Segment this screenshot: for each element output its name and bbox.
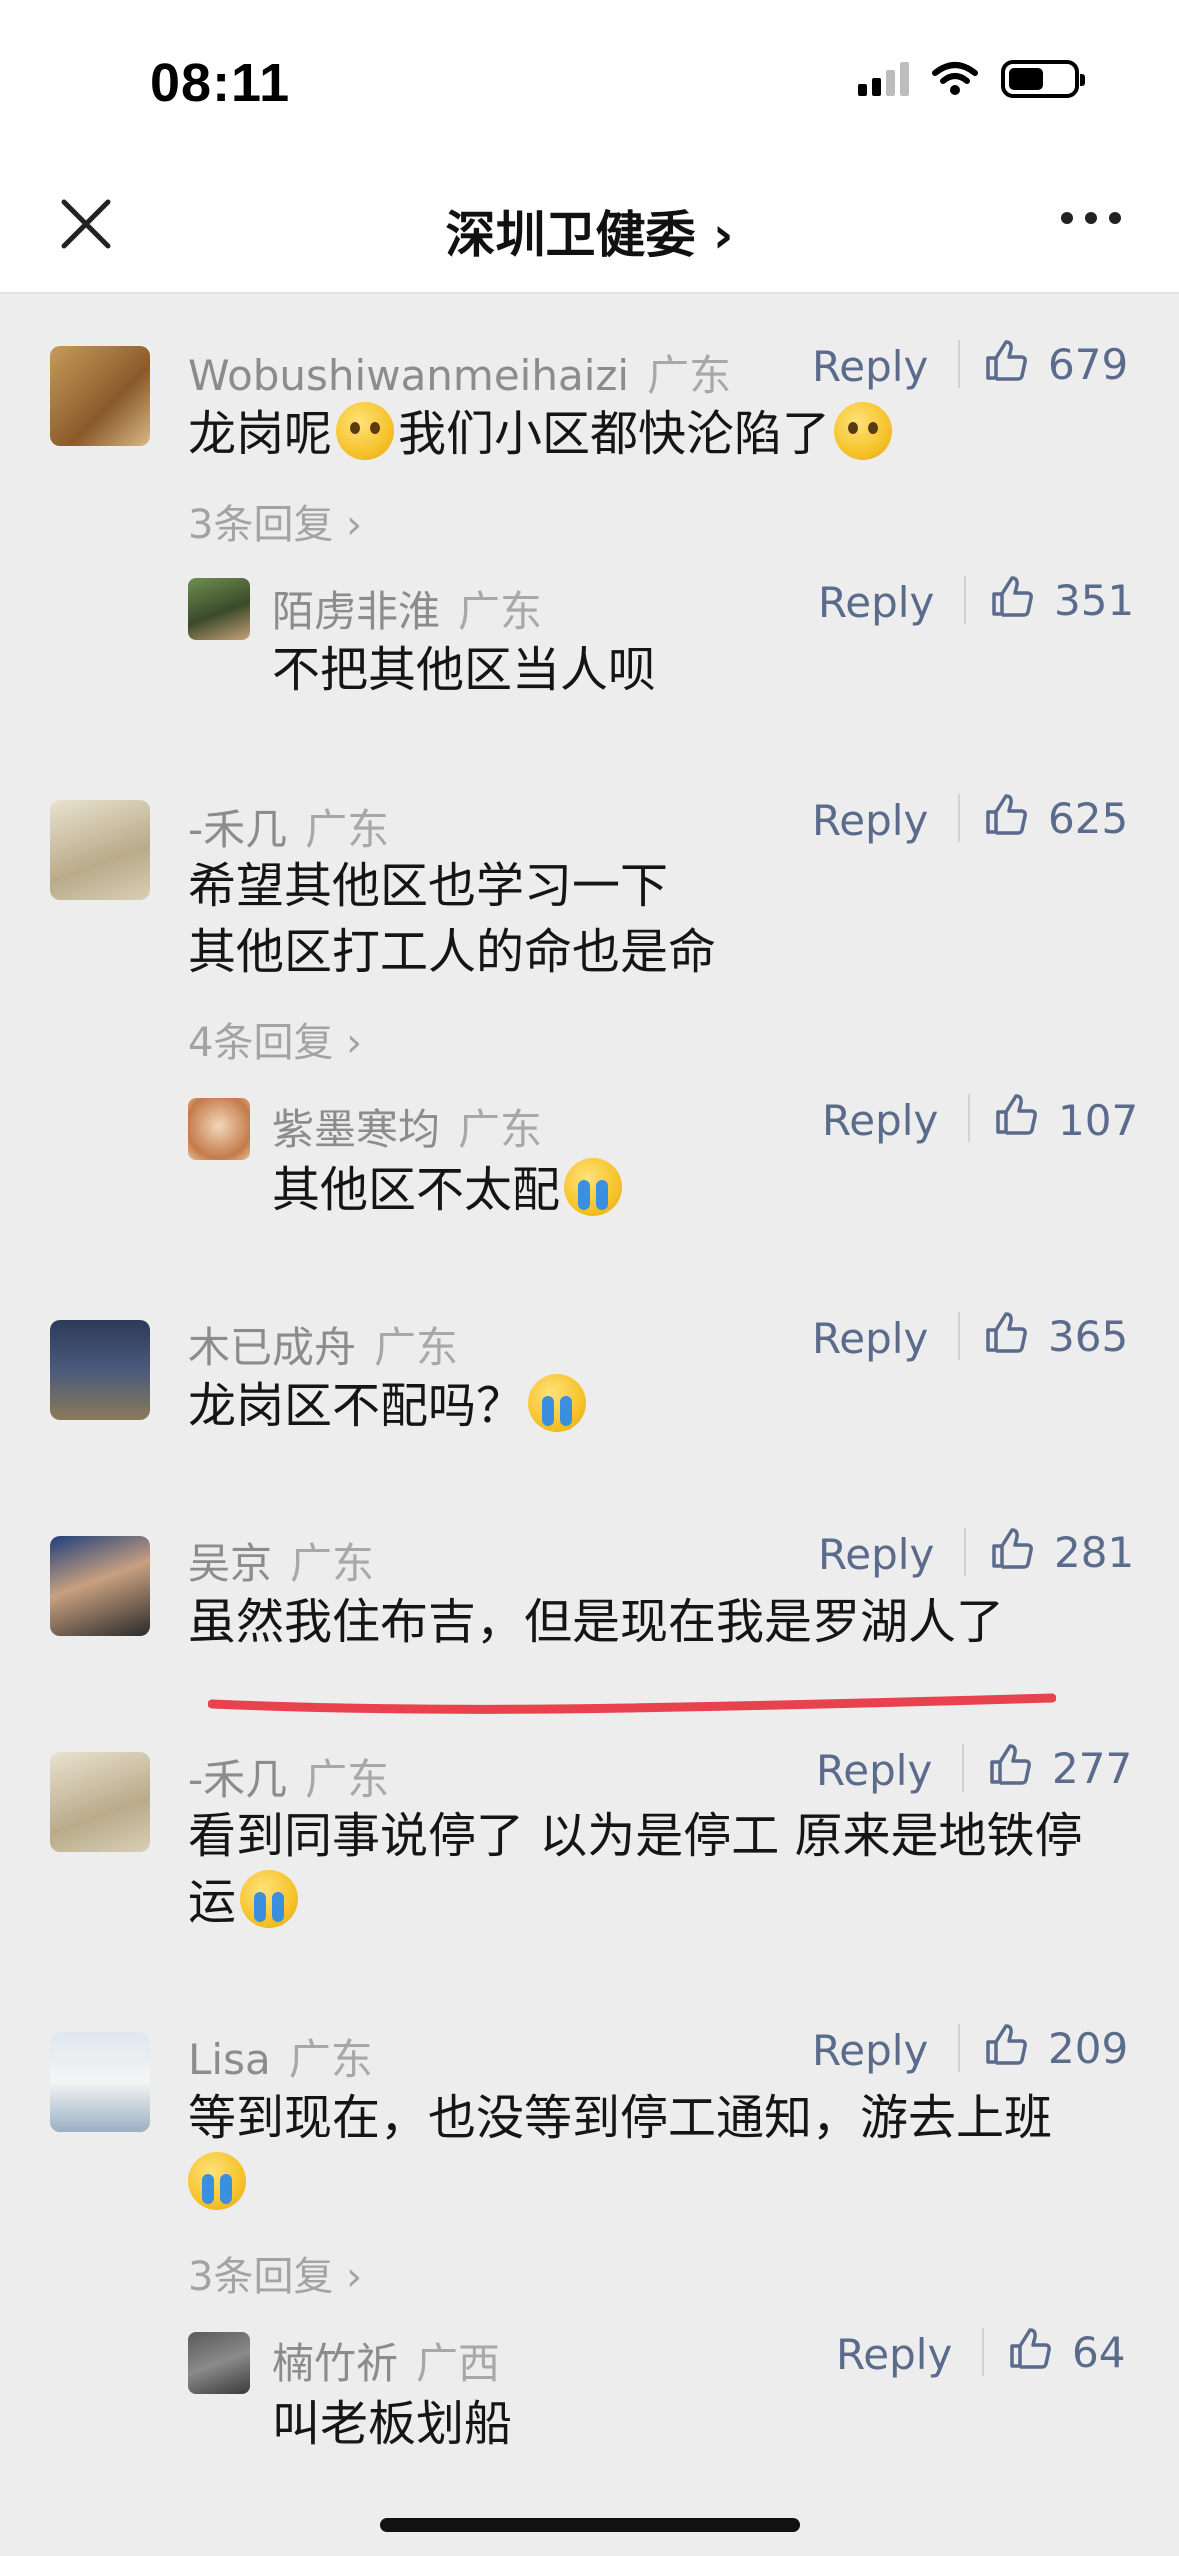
comment-author[interactable]: Wobushiwanmeihaizi 广东 — [188, 342, 731, 403]
comment-text: 等到现在，也没等到停工通知，游去上班 — [188, 2090, 1053, 2146]
comment-text: 其他区不太配 — [272, 1156, 626, 1224]
more-icon[interactable] — [1061, 212, 1121, 224]
thumbs-up-icon[interactable] — [982, 1308, 1030, 1356]
comment-text: 其他区打工人的命也是命 — [188, 924, 717, 980]
more-replies-link[interactable]: 3条回复 › — [188, 2244, 362, 2302]
status-icons — [858, 60, 1085, 98]
like-count: 107 — [1058, 1096, 1139, 1145]
like-count: 277 — [1052, 1744, 1133, 1793]
divider — [964, 1528, 966, 1576]
avatar[interactable] — [50, 1320, 150, 1420]
comment-text: 希望其他区也学习一下 — [188, 858, 669, 914]
battery-icon — [1001, 60, 1085, 98]
divider — [958, 794, 960, 842]
comment-author[interactable]: 吴京 广东 — [188, 1530, 374, 1591]
comment-text: 龙岗呢 我们小区都快沦陷了 — [188, 400, 896, 468]
divider — [958, 2024, 960, 2072]
emoji-icon — [834, 402, 893, 460]
avatar[interactable] — [188, 1098, 250, 1160]
thumbs-up-icon[interactable] — [1006, 2324, 1054, 2372]
reply-button[interactable]: Reply — [812, 1314, 928, 1363]
wifi-icon — [932, 62, 978, 95]
more-replies-link[interactable]: 3条回复 › — [188, 492, 362, 550]
avatar[interactable] — [188, 578, 250, 640]
like-count: 64 — [1072, 2328, 1126, 2377]
cellular-signal-icon — [858, 62, 909, 96]
divider — [982, 2328, 984, 2376]
avatar[interactable] — [50, 1752, 150, 1852]
avatar[interactable] — [188, 2332, 250, 2394]
reply-button[interactable]: Reply — [822, 1096, 938, 1145]
comment-text: 运 — [188, 1868, 302, 1936]
reply-button[interactable]: Reply — [812, 2026, 928, 2075]
like-count: 209 — [1048, 2024, 1129, 2073]
thumbs-up-icon[interactable] — [982, 2020, 1030, 2068]
comment-author[interactable]: -禾几 广东 — [188, 1746, 389, 1807]
page-title[interactable]: 深圳卫健委 › — [0, 195, 1179, 267]
reply-button[interactable]: Reply — [818, 1530, 934, 1579]
avatar[interactable] — [50, 800, 150, 900]
divider — [958, 1312, 960, 1360]
status-time: 08:11 — [150, 53, 291, 113]
red-underline-annotation — [208, 1693, 1056, 1714]
comment-text: 不把其他区当人呗 — [272, 642, 657, 698]
thumbs-up-icon[interactable] — [992, 1090, 1040, 1138]
thumbs-up-icon[interactable] — [988, 1524, 1036, 1572]
comment-author[interactable]: 楠竹祈 广西 — [272, 2330, 500, 2391]
divider — [968, 1094, 970, 1142]
comment-author[interactable]: 木已成舟 广东 — [188, 1314, 458, 1375]
like-count: 679 — [1048, 340, 1129, 389]
reply-button[interactable]: Reply — [812, 342, 928, 391]
like-count: 365 — [1048, 1312, 1129, 1361]
comment-author[interactable]: -禾几 广东 — [188, 796, 389, 857]
thumbs-up-icon[interactable] — [982, 790, 1030, 838]
comment-author[interactable]: Lisa 广东 — [188, 2026, 373, 2087]
crying-emoji-icon — [240, 1870, 299, 1928]
like-count: 281 — [1054, 1528, 1135, 1577]
bottom-fade — [0, 2440, 1179, 2556]
like-count: 351 — [1054, 576, 1135, 625]
comment-text: 龙岗区不配吗？ — [188, 1372, 590, 1440]
emoji-icon — [336, 402, 395, 460]
comment-author[interactable]: 紫墨寒均 广东 — [272, 1096, 542, 1157]
crying-emoji-icon — [564, 1158, 623, 1216]
like-count: 625 — [1048, 794, 1129, 843]
comment-text — [188, 2150, 250, 2218]
divider — [962, 1744, 964, 1792]
crying-emoji-icon — [528, 1374, 587, 1432]
avatar[interactable] — [50, 346, 150, 446]
comment-text: 虽然我住布吉，但是现在我是罗湖人了 — [188, 1594, 1005, 1650]
avatar[interactable] — [50, 1536, 150, 1636]
thumbs-up-icon[interactable] — [988, 572, 1036, 620]
reply-button[interactable]: Reply — [836, 2330, 952, 2379]
comment-author[interactable]: 陌虏非淮 广东 — [272, 578, 542, 639]
divider — [964, 576, 966, 624]
avatar[interactable] — [50, 2032, 150, 2132]
reply-button[interactable]: Reply — [818, 578, 934, 627]
reply-button[interactable]: Reply — [816, 1746, 932, 1795]
home-indicator[interactable] — [380, 2518, 800, 2532]
more-replies-link[interactable]: 4条回复 › — [188, 1010, 362, 1068]
divider — [958, 340, 960, 388]
comment-text: 看到同事说停了 以为是停工 原来是地铁停 — [188, 1808, 1083, 1864]
top-bar: 08:11 深圳卫健委 › — [0, 0, 1179, 294]
thumbs-up-icon[interactable] — [986, 1740, 1034, 1788]
thumbs-up-icon[interactable] — [982, 336, 1030, 384]
crying-emoji-icon — [188, 2152, 246, 2210]
reply-button[interactable]: Reply — [812, 796, 928, 845]
